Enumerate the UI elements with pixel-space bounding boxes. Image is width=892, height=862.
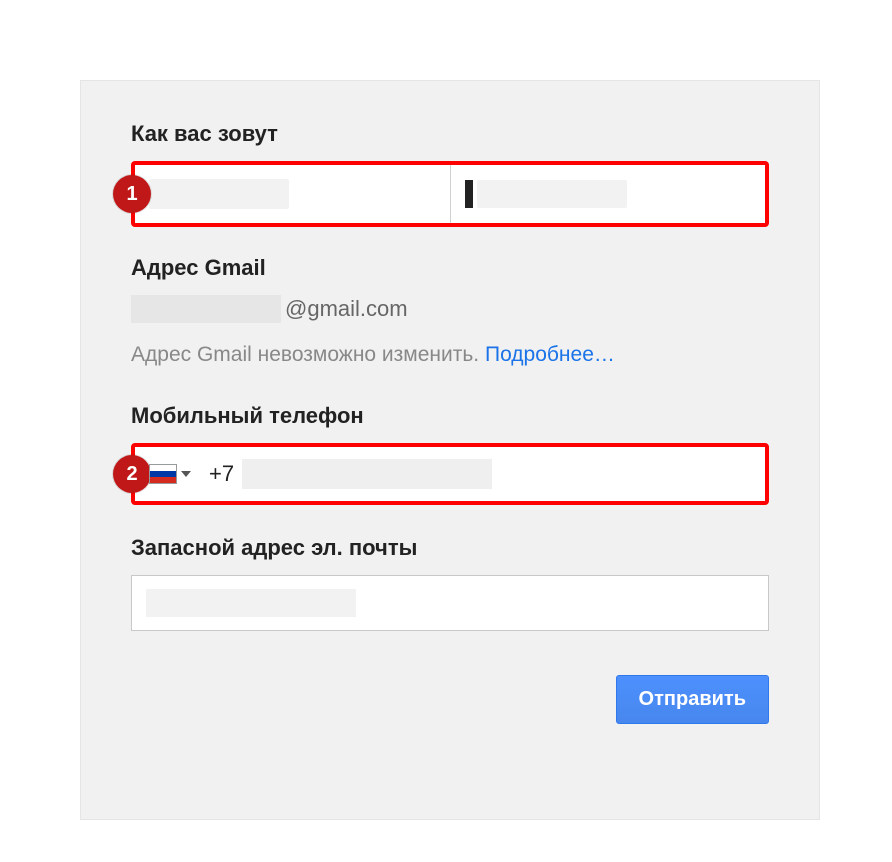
gmail-note-text: Адрес Gmail невозможно изменить. xyxy=(131,343,485,366)
recovery-email-redacted xyxy=(146,589,356,617)
last-name-redacted xyxy=(477,180,627,208)
gmail-field-group: Адрес Gmail @gmail.com Адрес Gmail невоз… xyxy=(131,255,769,367)
phone-highlight-box: 2 +7 xyxy=(131,443,769,505)
account-form-panel: Как вас зовут 1 Адрес Gmail @gmail.com А… xyxy=(80,80,820,820)
gmail-label: Адрес Gmail xyxy=(131,255,769,281)
recovery-email-input[interactable] xyxy=(131,575,769,631)
phone-number-redacted[interactable] xyxy=(242,459,492,489)
name-row xyxy=(135,165,765,223)
name-highlight-box: 1 xyxy=(131,161,769,227)
chevron-down-icon xyxy=(181,471,191,477)
last-name-initial xyxy=(465,180,473,208)
phone-field-group: Мобильный телефон 2 +7 xyxy=(131,403,769,505)
name-field-group: Как вас зовут 1 xyxy=(131,121,769,227)
first-name-redacted xyxy=(149,179,289,209)
gmail-learn-more-link[interactable]: Подробнее… xyxy=(485,343,615,366)
submit-button[interactable]: Отправить xyxy=(616,675,769,724)
russia-flag-icon xyxy=(149,464,177,484)
annotation-badge-1: 1 xyxy=(113,175,151,213)
phone-label: Мобильный телефон xyxy=(131,403,769,429)
country-flag-selector[interactable] xyxy=(149,464,209,484)
annotation-badge-2: 2 xyxy=(113,455,151,493)
name-label: Как вас зовут xyxy=(131,121,769,147)
gmail-local-redacted xyxy=(131,295,281,323)
recovery-label: Запасной адрес эл. почты xyxy=(131,535,769,561)
gmail-domain-suffix: @gmail.com xyxy=(285,296,408,322)
gmail-note: Адрес Gmail невозможно изменить. Подробн… xyxy=(131,343,769,367)
first-name-input[interactable] xyxy=(135,165,450,223)
last-name-input[interactable] xyxy=(450,165,766,223)
button-row: Отправить xyxy=(131,675,769,724)
recovery-field-group: Запасной адрес эл. почты xyxy=(131,535,769,631)
gmail-address-display: @gmail.com xyxy=(131,295,769,323)
phone-country-code: +7 xyxy=(209,461,234,487)
